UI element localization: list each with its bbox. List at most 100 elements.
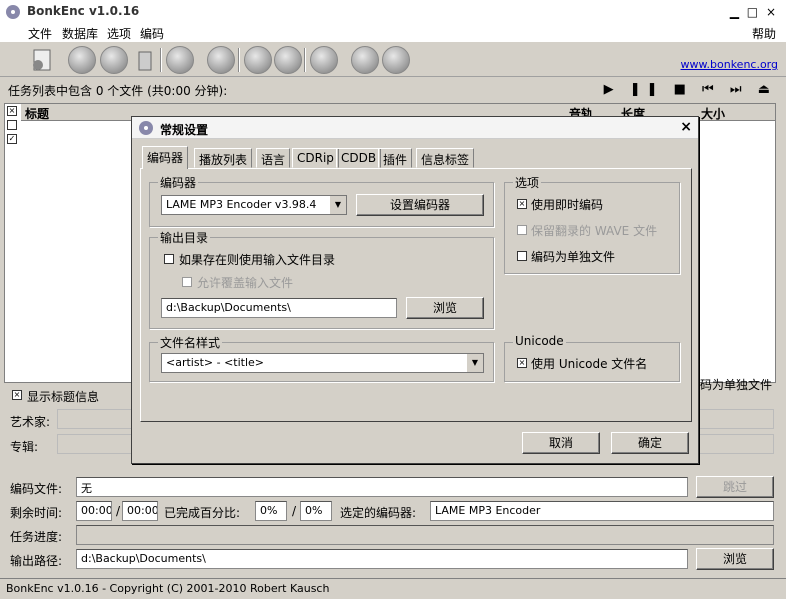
keep-wave-label: 保留翻录的 WAVE 文件 — [531, 224, 658, 238]
tab-panel: 编码器 LAME MP3 Encoder v3.98.4 ▼ 设置编码器 输出目… — [140, 168, 692, 422]
title-bar: BonkEnc v1.0.16 ▁ □ × — [0, 0, 786, 24]
window-title: BonkEnc v1.0.16 — [27, 4, 140, 18]
stop-icon[interactable] — [382, 46, 410, 74]
browse-dir-button[interactable]: 浏览 — [406, 297, 484, 319]
job-summary: 任务列表中包含 0 个文件 (共0:00 分钟): — [8, 84, 228, 98]
single-file-label: 编码为单独文件 — [531, 250, 616, 264]
encoder-select-value: LAME MP3 Encoder v3.98.4 — [166, 198, 317, 211]
selected-encoder-label: 选定的编码器: — [340, 506, 417, 520]
pause-icon[interactable] — [351, 46, 379, 74]
remaining-time-field: 00:00 — [76, 501, 112, 521]
percent-total-field: 0% — [300, 501, 332, 521]
options-group-title: 选项 — [513, 174, 542, 191]
unicode-group: Unicode × 使用 Unicode 文件名 — [504, 334, 680, 382]
configure-encoder-button[interactable]: 设置编码器 — [356, 194, 484, 216]
task-progress-bar — [76, 525, 774, 545]
on-the-fly-checkbox[interactable]: × — [517, 199, 527, 209]
tab-cdrip[interactable]: CDRip — [292, 148, 339, 168]
unicode-group-title: Unicode — [513, 334, 566, 348]
add-files-icon[interactable] — [28, 46, 56, 74]
options-group: 选项 × 使用即时编码 保留翻录的 WAVE 文件 编码为单独文件 — [504, 174, 680, 274]
use-unicode-checkbox[interactable]: × — [517, 358, 527, 368]
menu-encode[interactable]: 编码 — [140, 25, 164, 42]
tab-tags[interactable]: 信息标签 — [416, 148, 475, 168]
task-progress-label: 任务进度: — [10, 530, 63, 544]
remove-icon[interactable] — [131, 46, 159, 74]
dialog-title-bar: 常规设置 × — [132, 117, 698, 139]
window-controls[interactable]: ▁ □ × — [730, 5, 778, 19]
use-unicode-label: 使用 Unicode 文件名 — [531, 357, 648, 371]
tab-cddb[interactable]: CDDB — [336, 148, 382, 168]
tab-playlist[interactable]: 播放列表 — [194, 148, 253, 168]
artist-label: 艺术家: — [10, 415, 51, 429]
column-size[interactable]: 大小 — [701, 105, 725, 122]
tab-plugins[interactable]: 插件 — [378, 148, 413, 168]
filename-pattern-group: 文件名样式 <artist> - <title> ▼ — [149, 334, 494, 382]
settings-tools-icon[interactable] — [244, 46, 272, 74]
single-file-checkbox[interactable] — [517, 251, 527, 261]
encoder-select[interactable]: LAME MP3 Encoder v3.98.4 ▼ — [161, 195, 347, 215]
output-dir-input[interactable]: d:\Backup\Documents\ — [161, 298, 397, 318]
settings-dialog: 常规设置 × 编码器 播放列表 语言 CDRip CDDB 插件 信息标签 编码… — [131, 116, 699, 464]
skip-button[interactable]: 跳过 — [696, 476, 774, 498]
output-dir-group: 输出目录 如果存在则使用输入文件目录 允许覆盖输入文件 d:\Backup\Do… — [149, 229, 494, 329]
select-all-checkbox[interactable]: × — [7, 106, 17, 116]
search-icon[interactable] — [166, 46, 194, 74]
encoding-file-field: 无 — [76, 477, 688, 497]
allow-overwrite-checkbox[interactable] — [182, 277, 192, 287]
album-label: 专辑: — [10, 440, 39, 454]
toolbar-separator — [238, 48, 240, 72]
encoder-group-title: 编码器 — [158, 174, 199, 191]
menu-bar: 文件 数据库 选项 编码 帮助 — [0, 23, 786, 42]
toolbar-separator — [160, 48, 162, 72]
filename-pattern-value: <artist> - <title> — [166, 356, 265, 369]
show-title-info-label: 显示标题信息 — [27, 390, 100, 404]
keep-wave-checkbox[interactable] — [517, 225, 527, 235]
use-input-dir-checkbox[interactable] — [164, 254, 174, 264]
menu-file[interactable]: 文件 — [28, 25, 52, 42]
menu-database[interactable]: 数据库 — [62, 25, 98, 42]
add-cd-icon[interactable] — [68, 46, 96, 74]
selected-encoder-field: LAME MP3 Encoder — [430, 501, 774, 521]
on-the-fly-label: 使用即时编码 — [531, 198, 604, 212]
website-link[interactable]: www.bonkenc.org — [681, 58, 778, 71]
select-none-checkbox[interactable] — [7, 120, 17, 130]
toggle-selection-checkbox[interactable]: ✓ — [7, 134, 17, 144]
menu-options[interactable]: 选项 — [107, 25, 131, 42]
filename-pattern-group-title: 文件名样式 — [158, 334, 223, 351]
time-separator: / — [116, 504, 121, 518]
column-title[interactable]: 标题 — [25, 105, 49, 122]
encode-single-label: 码为单独文件 — [700, 378, 773, 392]
close-icon[interactable]: × — [680, 119, 692, 135]
allow-overwrite-label: 允许覆盖输入文件 — [197, 276, 294, 290]
filename-pattern-select[interactable]: <artist> - <title> ▼ — [161, 353, 484, 373]
use-input-dir-label: 如果存在则使用输入文件目录 — [179, 253, 336, 267]
app-icon — [6, 5, 20, 19]
chevron-down-icon: ▼ — [467, 354, 483, 372]
dialog-icon — [139, 121, 153, 135]
playback-controls[interactable]: ▶ ❚❚ ■ ⏮ ⏭ ⏏ — [604, 82, 776, 97]
main-window: BonkEnc v1.0.16 ▁ □ × 文件 数据库 选项 编码 帮助 ww… — [0, 0, 786, 599]
encoding-file-label: 编码文件: — [10, 482, 63, 496]
tab-language[interactable]: 语言 — [256, 148, 291, 168]
show-title-info-checkbox[interactable]: × — [12, 390, 22, 400]
menu-help[interactable]: 帮助 — [752, 25, 776, 42]
output-path-field: d:\Backup\Documents\ — [76, 549, 688, 569]
ok-button[interactable]: 确定 — [611, 432, 689, 454]
cancel-button[interactable]: 取消 — [522, 432, 600, 454]
percent-label: 已完成百分比: — [164, 506, 241, 520]
remaining-time-label: 剩余时间: — [10, 506, 63, 520]
play-encode-icon[interactable] — [310, 46, 338, 74]
dialog-title: 常规设置 — [160, 123, 209, 137]
browse-output-button[interactable]: 浏览 — [696, 548, 774, 570]
status-bar: BonkEnc v1.0.16 - Copyright (C) 2001-201… — [0, 578, 786, 599]
add-audio-icon[interactable] — [100, 46, 128, 74]
encoder-group: 编码器 LAME MP3 Encoder v3.98.4 ▼ 设置编码器 — [149, 174, 494, 227]
total-time-field: 00:00 — [122, 501, 158, 521]
toolbar: www.bonkenc.org — [0, 42, 786, 77]
gear-icon[interactable] — [274, 46, 302, 74]
percent-field: 0% — [255, 501, 287, 521]
output-dir-group-title: 输出目录 — [158, 229, 211, 246]
tab-encoder[interactable]: 编码器 — [142, 146, 189, 169]
cddb-icon[interactable] — [207, 46, 235, 74]
